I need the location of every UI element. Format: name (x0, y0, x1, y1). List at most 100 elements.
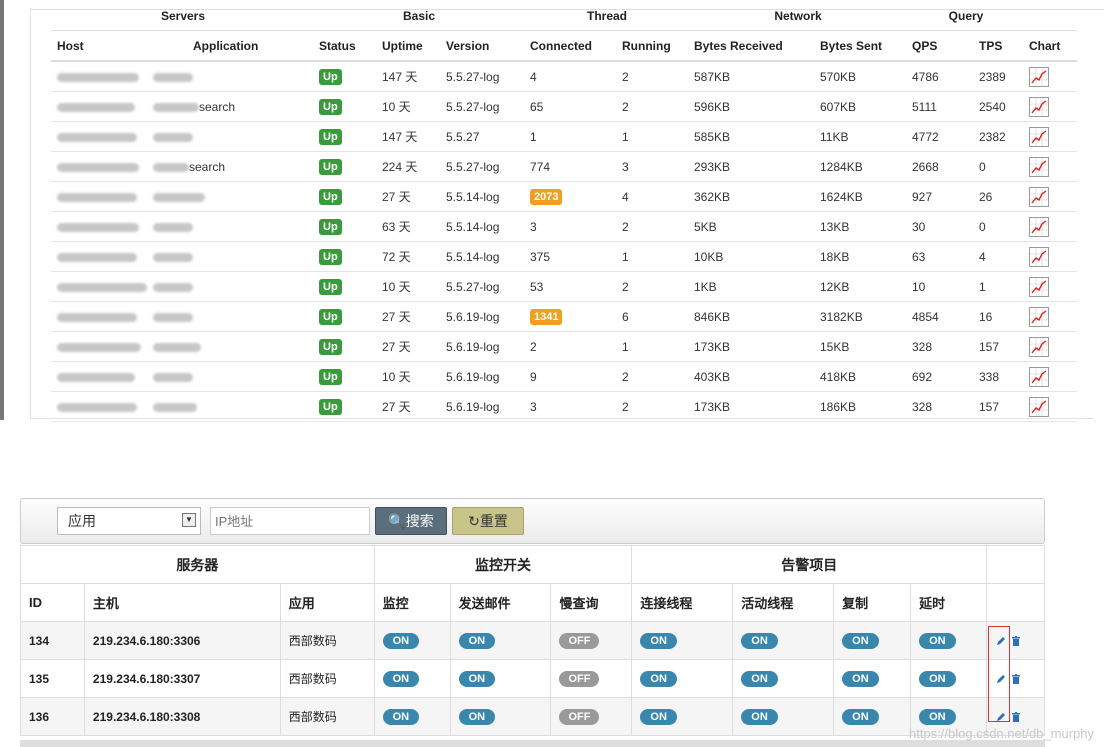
col-tps[interactable]: TPS (973, 30, 1023, 62)
line-chart-icon[interactable] (1029, 216, 1049, 237)
active-threads-cell: ON (732, 697, 835, 736)
monitor-toggle[interactable]: ON (382, 632, 420, 649)
line-chart-icon[interactable] (1029, 66, 1049, 87)
line-chart-icon[interactable] (1029, 156, 1049, 177)
send-mail-toggle[interactable]: ON (458, 670, 496, 687)
delay-toggle[interactable]: ON (919, 670, 956, 687)
line-chart-icon[interactable] (1029, 396, 1049, 417)
col-connected[interactable]: Connected (524, 30, 616, 62)
col-id[interactable]: ID (20, 583, 85, 622)
line-chart-icon[interactable] (1029, 186, 1049, 207)
chevron-down-icon[interactable]: ▼ (182, 513, 196, 527)
trash-icon[interactable] (1010, 711, 1022, 723)
search-button-label: 搜索 (405, 513, 434, 529)
ip-address-input[interactable] (210, 507, 370, 535)
conn-threads-toggle[interactable]: ON (640, 708, 677, 725)
col-status[interactable]: Status (313, 30, 376, 62)
col-conn-threads[interactable]: 连接线程 (631, 583, 734, 622)
slow-query-toggle[interactable]: OFF (559, 670, 600, 687)
tps-cell: 4 (973, 241, 1023, 272)
col-actions (986, 583, 1045, 622)
connected-value: 3 (530, 399, 537, 414)
connected-cell: 9 (524, 361, 616, 392)
col-qps[interactable]: QPS (906, 30, 973, 62)
replication-toggle[interactable]: ON (842, 670, 879, 687)
connected-value: 2 (530, 339, 537, 354)
col-host-cn[interactable]: 主机 (83, 583, 281, 622)
alert-column-header: ID 主机 应用 监控 发送邮件 慢查询 连接线程 活动线程 复制 延时 (20, 583, 1045, 622)
trash-icon[interactable] (1010, 673, 1022, 685)
col-running[interactable]: Running (616, 30, 688, 62)
bytes-received-cell: 585KB (688, 121, 814, 152)
status-badge: Up (319, 248, 342, 265)
uptime-cell: 10 天 (376, 361, 440, 392)
connected-cell: 1 (524, 121, 616, 152)
search-button[interactable]: 🔍搜索 (375, 507, 447, 535)
reset-button[interactable]: ↻重置 (452, 507, 524, 535)
application-cell (153, 301, 313, 332)
conn-threads-cell: ON (631, 621, 734, 660)
col-send-mail[interactable]: 发送邮件 (449, 583, 552, 622)
bytes-sent-cell: 418KB (814, 361, 906, 392)
active-threads-toggle[interactable]: ON (741, 632, 778, 649)
redacted-app (153, 192, 205, 202)
horizontal-scrollbar[interactable] (20, 740, 1045, 747)
col-bytes-received[interactable]: Bytes Received (688, 30, 814, 62)
line-chart-icon[interactable] (1029, 276, 1049, 297)
tps-cell: 157 (973, 391, 1023, 422)
application-select[interactable]: 应用 ▼ (57, 507, 201, 535)
line-chart-icon[interactable] (1029, 366, 1049, 387)
running-cell: 2 (616, 271, 688, 302)
delay-toggle[interactable]: ON (919, 708, 956, 725)
bytes-received-cell: 846KB (688, 301, 814, 332)
filter-toolbar: 应用 ▼ 🔍搜索 ↻重置 (20, 498, 1045, 544)
line-chart-icon[interactable] (1029, 306, 1049, 327)
redacted-app (153, 402, 197, 412)
col-monitor[interactable]: 监控 (373, 583, 451, 622)
send-mail-toggle[interactable]: ON (458, 708, 496, 725)
table-row: search Up 10 天 5.5.27-log 65 2 596KB 607KB 5111 2… (51, 91, 1077, 122)
version-cell: 5.5.27-log (440, 151, 524, 182)
monitor-toggle[interactable]: ON (382, 670, 420, 687)
delay-cell: ON (910, 659, 988, 698)
slow-query-cell: OFF (550, 659, 633, 698)
col-version[interactable]: Version (440, 30, 524, 62)
delay-toggle[interactable]: ON (919, 632, 956, 649)
uptime-cell: 72 天 (376, 241, 440, 272)
bytes-received-cell: 5KB (688, 211, 814, 242)
uptime-cell: 147 天 (376, 61, 440, 92)
host-cell: 219.234.6.180:3307 (83, 659, 281, 698)
line-chart-icon[interactable] (1029, 126, 1049, 147)
active-threads-toggle[interactable]: ON (741, 670, 778, 687)
redacted-app (153, 342, 201, 352)
replication-toggle[interactable]: ON (842, 632, 879, 649)
monitor-toggle[interactable]: ON (382, 708, 420, 725)
col-replication[interactable]: 复制 (833, 583, 912, 622)
col-host[interactable]: Host (51, 30, 187, 62)
conn-threads-toggle[interactable]: ON (640, 670, 677, 687)
col-uptime[interactable]: Uptime (376, 30, 440, 62)
line-chart-icon[interactable] (1029, 336, 1049, 357)
conn-threads-cell: ON (631, 697, 734, 736)
status-badge: Up (319, 308, 342, 325)
refresh-icon: ↻ (468, 513, 480, 529)
col-application[interactable]: Application (187, 30, 313, 62)
redacted-host (57, 192, 137, 202)
send-mail-toggle[interactable]: ON (458, 632, 496, 649)
col-slow-query[interactable]: 慢查询 (550, 583, 633, 622)
left-scrollbar[interactable] (0, 0, 4, 420)
col-bytes-sent[interactable]: Bytes Sent (814, 30, 906, 62)
slow-query-toggle[interactable]: OFF (559, 708, 600, 725)
active-threads-toggle[interactable]: ON (741, 708, 778, 725)
col-app-cn[interactable]: 应用 (279, 583, 375, 622)
replication-toggle[interactable]: ON (842, 708, 879, 725)
line-chart-icon[interactable] (1029, 96, 1049, 117)
conn-threads-toggle[interactable]: ON (640, 632, 677, 649)
slow-query-toggle[interactable]: OFF (559, 632, 600, 649)
group-query: Query (948, 9, 984, 23)
col-delay[interactable]: 延时 (910, 583, 988, 622)
col-active-threads[interactable]: 活动线程 (732, 583, 835, 622)
status-cell: Up (313, 211, 376, 242)
line-chart-icon[interactable] (1029, 246, 1049, 267)
trash-icon[interactable] (1010, 635, 1022, 647)
